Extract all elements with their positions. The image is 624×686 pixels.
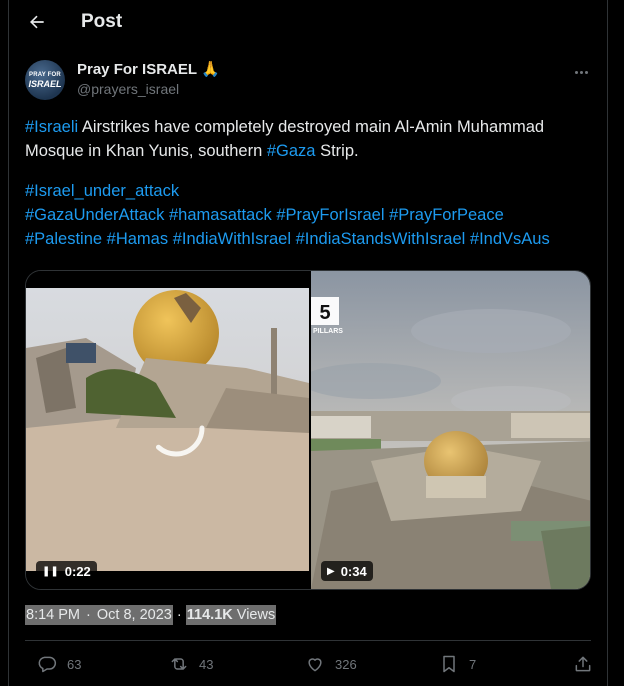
hashtag-link[interactable]: #IndiaWithIsrael: [173, 230, 291, 248]
avatar-text-top: PRAY FOR: [29, 71, 61, 78]
hashtag-link[interactable]: #Israeli: [25, 118, 78, 136]
post-time[interactable]: 8:14 PM: [25, 605, 81, 625]
hashtag-row: #GazaUnderAttack #hamasattack #PrayForIs…: [25, 203, 595, 227]
author-name[interactable]: Pray For ISRAEL 🙏: [77, 60, 220, 79]
views-label: Views: [236, 607, 276, 623]
video-1-duration: 0:22: [64, 563, 91, 579]
avatar[interactable]: PRAY FOR ISRAEL: [25, 60, 65, 100]
heart-icon: [308, 658, 322, 672]
play-icon[interactable]: ▶: [327, 566, 335, 577]
post-meta: 8:14 PM · Oct 8, 2023 · 114.1K Views: [25, 604, 277, 626]
video-player-2[interactable]: 5 PILLARS ▶ 0:34: [311, 271, 590, 589]
pause-icon[interactable]: ❚❚: [42, 566, 59, 577]
action-bar: 63 43 326 7: [25, 650, 591, 680]
hashtag-link[interactable]: #Israel_under_attack: [25, 182, 179, 200]
video-player-1[interactable]: ❚❚ 0:22: [26, 271, 309, 589]
bookmark-button[interactable]: 7: [439, 654, 476, 674]
overlay-text: PILLARS: [313, 328, 343, 335]
hashtag-link[interactable]: #Hamas: [107, 230, 168, 248]
video-2-duration: 0:34: [340, 563, 367, 579]
hashtag-link[interactable]: #PrayForPeace: [389, 206, 504, 224]
mosque-rubble-image: [26, 288, 309, 571]
hashtag-link[interactable]: #IndVsAus: [470, 230, 550, 248]
divider: [25, 640, 591, 641]
reply-button[interactable]: 63: [37, 654, 81, 674]
bookmark-icon: [443, 655, 455, 673]
views-count: 114.1K: [186, 607, 233, 623]
share-button[interactable]: [573, 654, 593, 674]
like-button[interactable]: 326: [305, 654, 357, 674]
meta-separator: ·: [176, 607, 182, 623]
post-text-segment: Airstrikes have completely destroyed mai…: [78, 118, 545, 136]
hashtag-link[interactable]: #PrayForIsrael: [276, 206, 384, 224]
post-page: Post PRAY FOR ISRAEL Pray For ISRAEL 🙏 @…: [8, 0, 608, 686]
back-button[interactable]: [25, 10, 49, 34]
repost-icon: [171, 658, 187, 670]
post-text-line-2: Mosque in Khan Yunis, southern #Gaza Str…: [25, 139, 595, 163]
author-name-text: Pray For ISRAEL: [77, 60, 198, 78]
dot-icon: [579, 70, 583, 74]
post-text-segment: Mosque in Khan Yunis, southern: [25, 142, 267, 160]
arrow-left-icon: [30, 15, 44, 29]
hashtag-link[interactable]: #GazaUnderAttack: [25, 206, 164, 224]
repost-count: 43: [199, 656, 214, 672]
reply-count: 63: [67, 656, 82, 672]
meta-separator: ·: [81, 605, 96, 625]
praying-hands-icon: 🙏: [201, 61, 220, 78]
page-header: Post: [9, 0, 607, 44]
post-text-line-1: #Israeli Airstrikes have completely dest…: [25, 115, 595, 139]
overlay-number: 5: [319, 302, 330, 324]
like-count: 326: [335, 656, 357, 672]
post-text-segment: Strip.: [315, 142, 359, 160]
hashtag-row: #Israel_under_attack: [25, 179, 595, 203]
avatar-text-bottom: ISRAEL: [28, 78, 62, 89]
post-text: #Israeli Airstrikes have completely dest…: [25, 115, 595, 251]
video-1-frame: [26, 288, 309, 571]
reply-icon: [38, 656, 57, 673]
video-2-status: ▶ 0:34: [321, 561, 373, 581]
hashtag-row: #Palestine #Hamas #IndiaWithIsrael #Indi…: [25, 227, 595, 251]
hashtag-link[interactable]: #Gaza: [267, 142, 316, 160]
hashtag-link[interactable]: #Palestine: [25, 230, 102, 248]
post-date[interactable]: Oct 8, 2023: [95, 605, 173, 625]
dot-icon: [584, 70, 588, 74]
post-author: PRAY FOR ISRAEL Pray For ISRAEL 🙏 @praye…: [25, 60, 593, 102]
bookmark-count: 7: [469, 656, 477, 672]
author-handle[interactable]: @prayers_israel: [77, 81, 179, 97]
mosque-aerial-image: 5 PILLARS: [311, 271, 590, 589]
media-grid: ❚❚ 0:22 5 PILLARS ▶ 0:34: [25, 270, 591, 590]
dot-icon: [574, 70, 578, 74]
share-icon: [575, 656, 591, 672]
repost-button[interactable]: 43: [169, 654, 213, 674]
hashtag-link[interactable]: #IndiaStandsWithIsrael: [296, 230, 466, 248]
page-title: Post: [81, 11, 123, 32]
hashtag-link[interactable]: #hamasattack: [169, 206, 272, 224]
views-count-wrap[interactable]: 114.1K Views: [185, 605, 277, 625]
video-1-status: ❚❚ 0:22: [36, 561, 97, 581]
more-options-button[interactable]: [569, 62, 593, 82]
